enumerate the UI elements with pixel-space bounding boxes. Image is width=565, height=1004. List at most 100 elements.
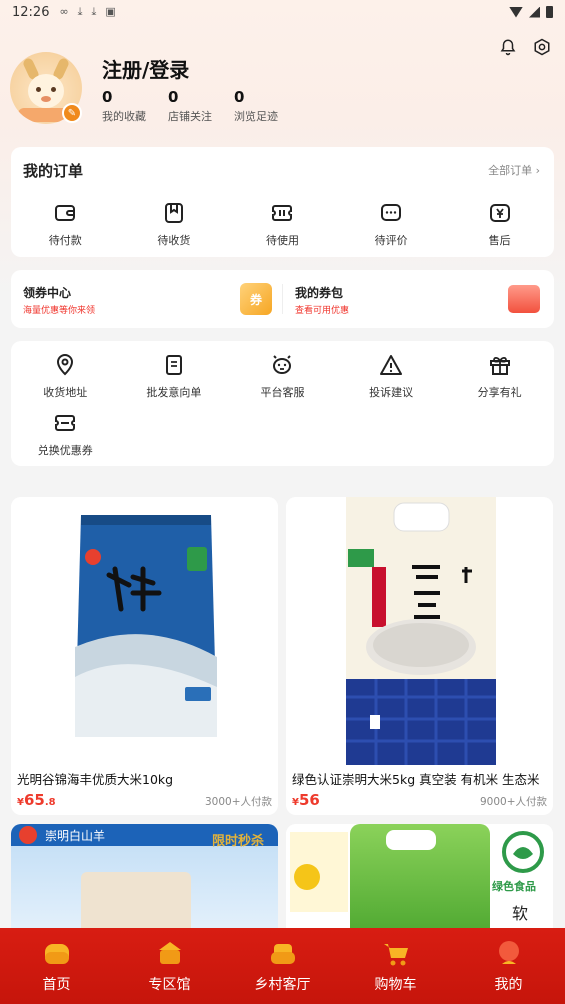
coupon-wallet[interactable]: 我的券包 查看可用优惠 [283, 270, 554, 328]
order-pending-payment[interactable]: 待付款 [11, 201, 120, 248]
order-after-sales[interactable]: 售后 [445, 201, 554, 248]
bag-handle [386, 830, 436, 850]
service-redeem-coupon[interactable]: 兑换优惠券 [11, 411, 120, 469]
battery-icon [546, 6, 553, 18]
coupon-center[interactable]: 领券中心 海量优惠等你来领 券 [11, 270, 282, 328]
wifi-icon [509, 6, 523, 18]
warning-icon [380, 355, 403, 375]
service-complaints[interactable]: 投诉建议 [337, 353, 446, 411]
avatar-face [28, 74, 64, 108]
service-address[interactable]: 收货地址 [11, 353, 120, 411]
tab-zone[interactable]: 专区馆 [113, 928, 226, 1004]
green-food-label: 绿色食品 [492, 880, 536, 893]
stat-favorites[interactable]: 0 我的收藏 [102, 88, 146, 124]
side-text: 软 [512, 904, 529, 923]
status-time: 12:26 [12, 4, 50, 20]
customer-service-icon [273, 355, 292, 374]
product-card[interactable]: 崇明白山羊 限时秒杀 [11, 824, 278, 944]
order-pending-review[interactable]: 待评价 [337, 201, 446, 248]
download-icon: ⤓ [77, 5, 83, 18]
profile-section: ✎ 注册/登录 0 我的收藏 0 店铺关注 0 浏览足迹 [10, 52, 555, 132]
bottom-tab-bar: 首页 专区馆 乡村客厅 购物车 我的 [0, 928, 565, 1004]
coupon-wallet-title: 我的券包 [295, 286, 344, 300]
stat-label: 我的收藏 [102, 110, 146, 123]
stat-count: 0 [168, 88, 179, 106]
tab-label: 专区馆 [148, 977, 191, 993]
store-icon [158, 942, 181, 964]
coupon-badge-icon: 券 [240, 283, 272, 315]
coupon-center-subtitle: 海量优惠等你来领 [23, 306, 96, 316]
location-icon [57, 354, 74, 376]
refund-icon [489, 204, 510, 222]
avatar-eye [51, 87, 56, 92]
cart-icon [383, 944, 408, 966]
sun-icon [294, 864, 320, 890]
flash-sale-tag: 限时秒杀 [211, 834, 264, 849]
price-integer: 65 [23, 791, 45, 809]
coupons-card: 领券中心 海量优惠等你来领 券 我的券包 查看可用优惠 [11, 270, 554, 328]
status-bar: 12:26 ∞ ⤓ ⤓ ▣ [0, 0, 565, 24]
rice-bag-image [286, 497, 553, 765]
wallet-icon [55, 205, 76, 221]
service-label: 批发意向单 [146, 386, 202, 399]
tab-label: 首页 [42, 977, 71, 993]
service-wholesale[interactable]: 批发意向单 [120, 353, 229, 411]
download-icon: ⤓ [91, 5, 97, 18]
product-sales: 9000+人付款 [479, 796, 547, 808]
document-icon [165, 355, 182, 375]
order-pending-receipt[interactable]: 待收货 [120, 201, 229, 248]
tab-label: 我的 [494, 977, 523, 993]
product-price: ¥56 [292, 791, 320, 809]
coupon-wallet-subtitle: 查看可用优惠 [295, 306, 350, 316]
cellular-icon [529, 6, 540, 18]
service-share-gift[interactable]: 分享有礼 [445, 353, 554, 411]
orders-card: 我的订单 全部订单 › 待付款 待收货 待使用 待评价 售后 [11, 147, 554, 257]
product-card[interactable]: 光明谷锦海丰优质大米10kg ¥65.8 3000+人付款 [11, 497, 278, 815]
login-register-link[interactable]: 注册/登录 [102, 54, 189, 83]
app-icon: ▣ [105, 5, 116, 18]
service-label: 兑换优惠券 [37, 444, 93, 457]
product-name: 绿色认证崇明大米5kg 真空装 有机米 生态米 [292, 772, 540, 787]
order-item-label: 待评价 [374, 234, 408, 247]
avatar-nose [41, 96, 51, 102]
orders-title: 我的订单 [23, 162, 84, 180]
brand-logo-icon [19, 826, 37, 844]
product-price: ¥65.8 [17, 791, 56, 809]
profile-icon [498, 941, 519, 964]
banner-text: 崇明白山羊 [45, 829, 106, 843]
order-pending-use[interactable]: 待使用 [228, 201, 337, 248]
sofa-icon [270, 944, 295, 964]
stat-history[interactable]: 0 浏览足迹 [234, 88, 278, 124]
red-wallet-icon [508, 285, 540, 313]
coupon-center-title: 领券中心 [23, 286, 72, 300]
stat-followed-stores[interactable]: 0 店铺关注 [168, 88, 212, 124]
price-integer: 56 [298, 791, 320, 809]
product-card[interactable]: 绿色食品 软 [286, 824, 553, 944]
product-card[interactable]: 绿色认证崇明大米5kg 真空装 有机米 生态米 ¥56 9000+人付款 [286, 497, 553, 815]
product-sales: 3000+人付款 [204, 796, 272, 808]
service-customer-service[interactable]: 平台客服 [228, 353, 337, 411]
tab-label: 购物车 [374, 977, 417, 993]
coupon-icon [55, 415, 76, 431]
comment-icon [381, 204, 402, 221]
tab-mine[interactable]: 我的 [452, 928, 565, 1004]
service-label: 平台客服 [260, 386, 305, 399]
ticket-icon [272, 205, 293, 221]
order-item-label: 售后 [488, 234, 511, 247]
stat-label: 店铺关注 [168, 110, 212, 123]
service-label: 收货地址 [43, 386, 88, 399]
stat-label: 浏览足迹 [234, 110, 278, 123]
rice-bag-image [11, 497, 278, 765]
tab-village-lounge[interactable]: 乡村客厅 [226, 928, 339, 1004]
tab-cart[interactable]: 购物车 [339, 928, 452, 1004]
avatar-eye [36, 87, 41, 92]
order-item-label: 待付款 [48, 234, 82, 247]
tab-home[interactable]: 首页 [0, 928, 113, 1004]
stat-count: 0 [102, 88, 113, 106]
infinity-icon: ∞ [59, 5, 69, 18]
package-icon [164, 203, 183, 223]
gift-icon [489, 356, 510, 375]
all-orders-link[interactable]: 全部订单 › [488, 162, 540, 178]
order-item-label: 待收货 [157, 234, 191, 247]
edit-avatar-icon[interactable]: ✎ [62, 103, 82, 123]
